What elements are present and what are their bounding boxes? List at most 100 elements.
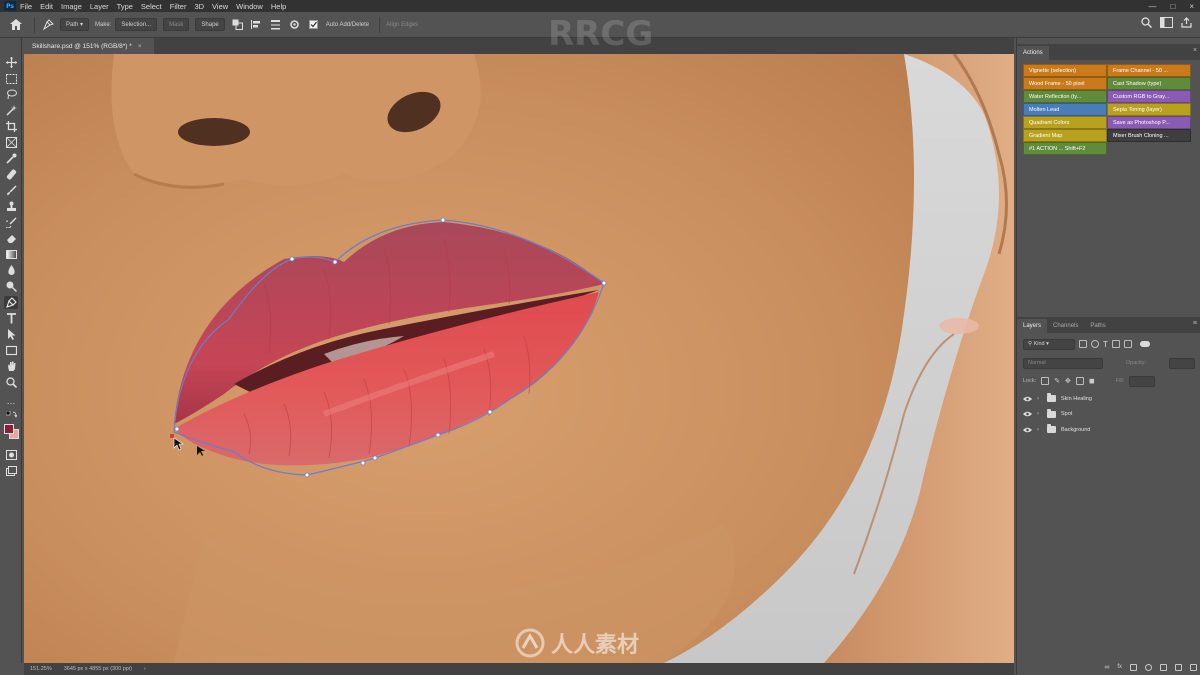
filter-type-icon[interactable]: T xyxy=(1103,340,1108,349)
new-layer-icon[interactable] xyxy=(1175,663,1182,671)
menu-3d[interactable]: 3D xyxy=(194,2,204,11)
lasso-tool-icon[interactable] xyxy=(4,88,18,101)
tab-actions[interactable]: Actions xyxy=(1017,46,1049,60)
menu-image[interactable]: Image xyxy=(61,2,82,11)
adjustment-layer-icon[interactable] xyxy=(1145,663,1152,671)
menu-filter[interactable]: Filter xyxy=(170,2,187,11)
menu-edit[interactable]: Edit xyxy=(40,2,53,11)
link-layers-icon[interactable]: ∞ xyxy=(1104,664,1109,671)
path-arrangement-icon[interactable] xyxy=(269,18,283,32)
action-item[interactable]: Wood Frame - 50 pixel xyxy=(1023,77,1107,90)
path-operations-icon[interactable] xyxy=(231,18,245,32)
foreground-color-swatch[interactable] xyxy=(4,424,14,434)
dodge-tool-icon[interactable] xyxy=(4,280,18,293)
action-item[interactable]: Save as Photoshop P... xyxy=(1107,116,1191,129)
new-group-icon[interactable] xyxy=(1160,663,1167,671)
eyedropper-tool-icon[interactable] xyxy=(4,152,18,165)
gear-icon[interactable] xyxy=(288,18,302,32)
delete-layer-icon[interactable] xyxy=(1190,663,1197,671)
action-item[interactable]: Water Reflection (ty... xyxy=(1023,90,1107,103)
auto-add-delete-checkbox[interactable] xyxy=(307,18,321,32)
eye-icon[interactable] xyxy=(1023,411,1032,417)
zoom-level[interactable]: 151.25% xyxy=(30,666,52,672)
action-item[interactable]: Quadrant Colors xyxy=(1023,116,1107,129)
eye-icon[interactable] xyxy=(1023,396,1032,402)
fill-input[interactable] xyxy=(1129,375,1156,387)
quick-mask-icon[interactable] xyxy=(4,448,18,461)
action-item[interactable]: Custom RGB to Gray... xyxy=(1107,90,1191,103)
path-selection-tool-icon[interactable] xyxy=(4,328,18,341)
make-selection-button[interactable]: Selection... xyxy=(115,18,158,31)
rectangle-tool-icon[interactable] xyxy=(4,344,18,357)
photoshop-logo-icon[interactable]: Ps xyxy=(4,1,16,11)
action-item[interactable]: Gradient Map xyxy=(1023,129,1107,142)
eraser-tool-icon[interactable] xyxy=(4,232,18,245)
layer-kind-filter[interactable]: ⚲ Kind ▾ xyxy=(1023,338,1075,350)
layer-style-icon[interactable]: fx xyxy=(1117,664,1122,670)
type-tool-icon[interactable] xyxy=(4,312,18,325)
more-tools-icon[interactable]: … xyxy=(4,394,18,407)
action-item[interactable]: Frame Channel - 50 ... xyxy=(1107,64,1191,77)
lock-transparency-icon[interactable] xyxy=(1041,377,1050,385)
home-button[interactable] xyxy=(4,14,28,36)
eye-icon[interactable] xyxy=(1023,427,1032,433)
filter-pixel-icon[interactable] xyxy=(1079,340,1087,348)
close-icon[interactable]: × xyxy=(138,43,142,50)
opacity-input[interactable] xyxy=(1169,357,1195,369)
menu-file[interactable]: File xyxy=(20,2,32,11)
hand-tool-icon[interactable] xyxy=(4,360,18,373)
make-mask-button[interactable]: Mask xyxy=(163,18,190,31)
clone-stamp-tool-icon[interactable] xyxy=(4,200,18,213)
menu-select[interactable]: Select xyxy=(141,2,162,11)
menu-window[interactable]: Window xyxy=(236,2,263,11)
lock-artboard-icon[interactable] xyxy=(1075,377,1084,385)
crop-tool-icon[interactable] xyxy=(4,120,18,133)
history-brush-tool-icon[interactable] xyxy=(4,216,18,229)
chevron-right-icon[interactable]: › xyxy=(1037,396,1042,402)
action-item[interactable]: Molten Lead xyxy=(1023,103,1107,116)
lock-image-icon[interactable]: ✎ xyxy=(1054,377,1060,385)
blend-mode-select[interactable]: Normal xyxy=(1023,357,1103,369)
panel-menu-icon[interactable]: ≡ xyxy=(1193,320,1197,327)
frame-tool-icon[interactable] xyxy=(4,136,18,149)
minimize-icon[interactable]: — xyxy=(1148,2,1156,11)
action-item[interactable]: Sepia Toning (layer) xyxy=(1107,103,1191,116)
action-item[interactable]: Mixer Brush Cloning ... xyxy=(1107,129,1191,142)
menu-layer[interactable]: Layer xyxy=(90,2,109,11)
move-tool-icon[interactable] xyxy=(4,56,18,69)
maximize-icon[interactable]: □ xyxy=(1170,2,1175,11)
filter-adjustment-icon[interactable] xyxy=(1091,340,1099,348)
gradient-tool-icon[interactable] xyxy=(4,248,18,261)
tab-channels[interactable]: Channels xyxy=(1047,319,1084,333)
close-icon[interactable]: × xyxy=(1193,47,1197,54)
filter-smart-object-icon[interactable] xyxy=(1123,340,1132,348)
layer-row[interactable]: › Spot xyxy=(1023,407,1195,423)
filter-toggle-icon[interactable] xyxy=(1139,341,1150,347)
document-canvas[interactable] xyxy=(24,54,1014,663)
screen-mode-icon[interactable] xyxy=(4,464,18,477)
menu-view[interactable]: View xyxy=(212,2,228,11)
healing-brush-tool-icon[interactable] xyxy=(4,168,18,181)
magic-wand-tool-icon[interactable] xyxy=(4,104,18,117)
marquee-tool-icon[interactable] xyxy=(4,72,18,85)
document-tab[interactable]: Skillshare.psd @ 151% (RGB/8*) * × xyxy=(24,38,154,54)
search-icon[interactable] xyxy=(1141,17,1152,28)
filter-shape-icon[interactable] xyxy=(1111,340,1120,348)
pen-tool-icon[interactable] xyxy=(4,296,18,309)
share-icon[interactable] xyxy=(1181,17,1192,28)
action-item[interactable]: Vignette (selection) xyxy=(1023,64,1107,77)
menu-help[interactable]: Help xyxy=(271,2,286,11)
tab-layers[interactable]: Layers xyxy=(1017,319,1048,333)
add-mask-icon[interactable] xyxy=(1130,663,1137,671)
make-shape-button[interactable]: Shape xyxy=(195,18,225,31)
workspace-icon[interactable] xyxy=(1160,17,1173,28)
layer-row[interactable]: › Skin Healing xyxy=(1023,391,1195,407)
pen-mode-select[interactable]: Path ▾ xyxy=(60,18,90,31)
menu-type[interactable]: Type xyxy=(117,2,133,11)
layer-row[interactable]: › Background xyxy=(1023,422,1195,438)
action-item[interactable]: #1 ACTION ... Shift+F2 xyxy=(1023,142,1107,155)
pen-tool-icon[interactable] xyxy=(41,18,55,32)
close-icon[interactable]: × xyxy=(1189,2,1194,11)
lock-position-icon[interactable]: ✥ xyxy=(1065,377,1071,385)
lock-all-icon[interactable]: ◼ xyxy=(1089,377,1095,385)
